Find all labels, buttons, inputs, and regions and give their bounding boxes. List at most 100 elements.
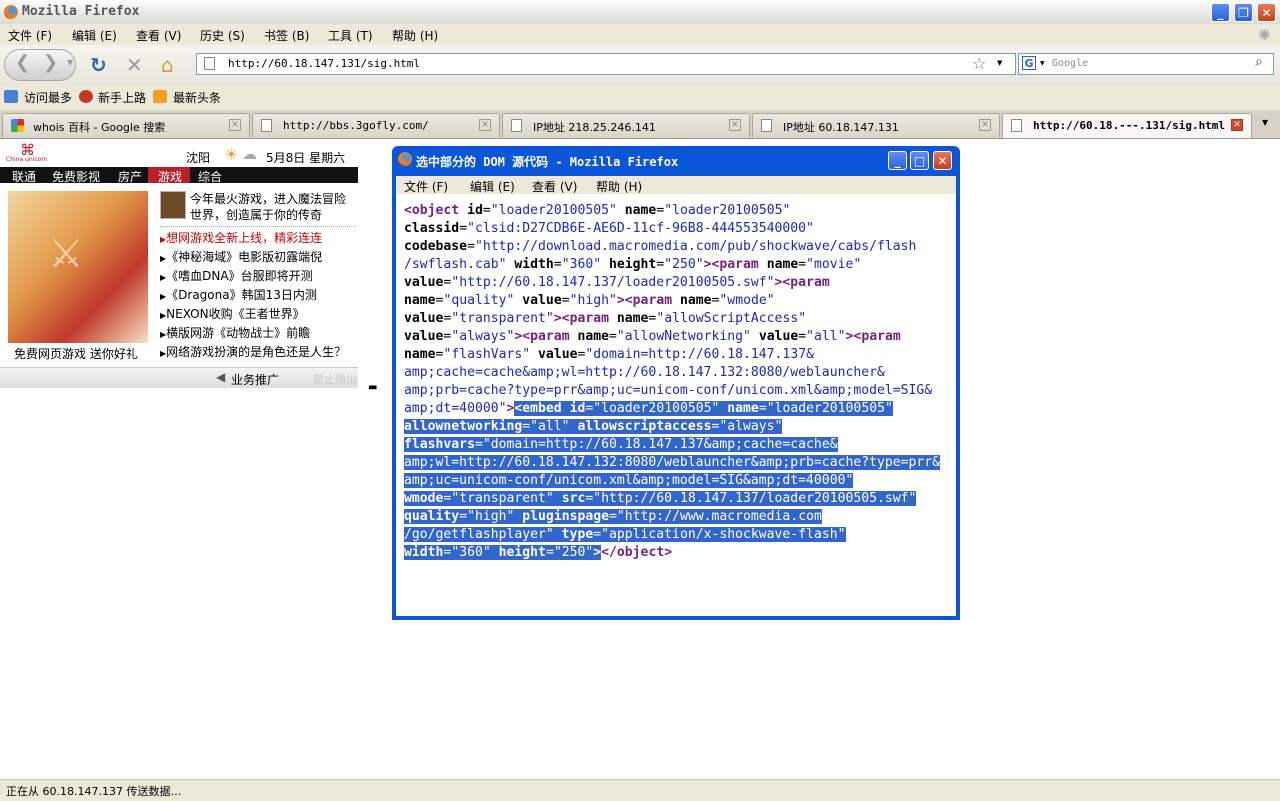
rss-feed-icon <box>153 90 167 103</box>
tab-ip-60[interactable]: IP地址 60.18.147.131 ✕ <box>752 113 1000 137</box>
tab-list-dropdown-icon[interactable]: ▼ <box>1262 118 1268 127</box>
history-dropdown-icon[interactable]: ▼ <box>67 58 73 67</box>
tab-label: IP地址 60.18.147.131 <box>783 121 899 134</box>
popup-menu-help[interactable]: 帮助 (H) <box>596 178 642 195</box>
source-code[interactable]: <object id="loader20100505" name="loader… <box>404 202 952 562</box>
popup-menu-file[interactable]: 文件 (F) <box>404 178 448 195</box>
date-label: 5月8日 星期六 <box>266 151 346 165</box>
throbber-icon: ✺ <box>1258 26 1271 44</box>
city-label: 沈阳 <box>186 151 211 165</box>
tab-close-icon[interactable]: ✕ <box>1231 119 1243 131</box>
bookmark-star-icon[interactable]: ☆ <box>972 54 986 73</box>
home-icon[interactable]: ⌂ <box>161 53 174 77</box>
tab-close-icon[interactable]: ✕ <box>229 119 241 131</box>
maximize-button[interactable]: ❐ <box>1234 3 1253 22</box>
bookmark-most-visited[interactable]: 访问最多 <box>24 89 72 106</box>
search-bar[interactable]: G ▼ Google ⌕ <box>1018 53 1274 75</box>
status-bar: 正在从 60.18.147.137 传送数据… <box>0 779 1280 801</box>
bookmark-latest-headlines[interactable]: 最新头条 <box>173 89 221 106</box>
game-thumb-icon <box>160 191 186 219</box>
url-dropdown-icon[interactable]: ▼ <box>997 59 1002 67</box>
google-favicon <box>11 119 24 132</box>
news-item[interactable]: ▶横版网游《动物战士》前瞻 <box>160 324 310 341</box>
news-item[interactable]: ▶《Dragona》韩国13日内测 <box>160 286 317 303</box>
reload-icon[interactable]: ↻ <box>90 53 107 77</box>
url-text: http://60.18.147.131/sig.html <box>228 57 421 70</box>
search-placeholder: Google <box>1052 58 1089 69</box>
page-icon <box>511 119 522 132</box>
cat-free-video[interactable]: 免费影视 <box>52 168 100 185</box>
menu-help[interactable]: 帮助 (H) <box>392 27 438 44</box>
page-icon <box>261 119 272 132</box>
menu-tools[interactable]: 工具 (T) <box>328 27 373 44</box>
firefox-icon <box>398 152 412 166</box>
menu-bar: 文件 (F) 编辑 (E) 查看 (V) 历史 (S) 书签 (B) 工具 (T… <box>0 24 1280 45</box>
tab-label: IP地址 218.25.246.141 <box>533 121 656 134</box>
tab-whois[interactable]: whois 百科 - Google 搜索 ✕ <box>2 113 250 137</box>
tab-label: http://bbs.3gofly.com/ <box>283 119 429 132</box>
tab-close-icon[interactable]: ✕ <box>729 119 741 131</box>
tab-strip: whois 百科 - Google 搜索 ✕ http://bbs.3gofly… <box>0 110 1280 139</box>
tab-label: http://60.18.---.131/sig.html <box>1033 119 1226 132</box>
footer-promo-link[interactable]: 业务推广 <box>231 371 279 388</box>
category-nav: 联通 免费影视 房产 游戏 综合 <box>0 167 358 185</box>
forward-button-icon[interactable]: ❯ <box>43 52 58 73</box>
cat-games[interactable]: 游戏 <box>158 168 182 185</box>
game-promo-image[interactable]: ⚔ <box>8 191 148 343</box>
china-unicom-logo: ⌘ China unicom <box>6 141 48 163</box>
news-item[interactable]: ▶《神秘海域》电影版初露端倪 <box>160 248 322 265</box>
getting-started-icon <box>79 90 93 103</box>
tab-ip-218[interactable]: IP地址 218.25.246.141 ✕ <box>502 113 750 137</box>
cat-real-estate[interactable]: 房产 <box>118 168 142 185</box>
popup-menu-view[interactable]: 查看 (V) <box>532 178 577 195</box>
promo-caption[interactable]: 免费网页游戏 送你好礼 <box>14 345 138 362</box>
news-item[interactable]: ▶《嗜血DNA》台服即将开测 <box>160 267 313 284</box>
tab-close-icon[interactable]: ✕ <box>979 119 991 131</box>
google-engine-icon[interactable]: G <box>1022 56 1036 70</box>
bookmark-getting-started[interactable]: 新手上路 <box>98 89 146 106</box>
most-visited-icon <box>4 90 18 103</box>
news-item[interactable]: ▶网络游戏扮演的是角色还是人生？ <box>160 343 346 360</box>
firefox-icon <box>4 5 18 19</box>
menu-file[interactable]: 文件 (F) <box>8 27 52 44</box>
status-text: 正在从 60.18.147.137 传送数据… <box>6 785 182 798</box>
stop-icon[interactable]: ✕ <box>126 53 143 77</box>
window-title-bar: Mozilla Firefox _ ❐ ✕ <box>0 0 1280 25</box>
popup-menu-edit[interactable]: 编辑 (E) <box>470 178 515 195</box>
page-footer-bar: ◀ 业务推广 禁止播出 <box>0 367 358 388</box>
headline-line-1[interactable]: 今年最火游戏，进入魔法冒险 <box>190 190 346 207</box>
menu-edit[interactable]: 编辑 (E) <box>72 27 117 44</box>
speaker-icon: ◀ <box>216 370 226 384</box>
news-item[interactable]: ▶想网游戏全新上线，精彩连连 <box>160 229 322 246</box>
minimize-button[interactable]: _ <box>1211 3 1230 22</box>
page-icon <box>1011 119 1022 132</box>
close-button[interactable]: ✕ <box>1257 3 1276 22</box>
back-button-icon[interactable]: ❮ <box>15 52 30 73</box>
engine-dropdown-icon[interactable]: ▼ <box>1040 60 1045 67</box>
page-content: ⌘ China unicom 沈阳 ☀ ☁ 5月8日 星期六 联通 免费影视 房… <box>0 139 390 399</box>
cloud-icon: ☁ <box>242 145 257 163</box>
cat-general[interactable]: 综合 <box>198 168 222 185</box>
menu-view[interactable]: 查看 (V) <box>136 27 181 44</box>
tab-bbs[interactable]: http://bbs.3gofly.com/ ✕ <box>252 113 500 137</box>
bookmarks-toolbar: 访问最多 新手上路 最新头条 <box>0 85 1280 111</box>
search-magnifier-icon[interactable]: ⌕ <box>1255 54 1263 70</box>
navigation-toolbar: ❮ ❯ ▼ ↻ ✕ ⌂ http://60.18.147.131/sig.htm… <box>0 45 1280 85</box>
sun-icon: ☀ <box>224 145 239 164</box>
window-title: Mozilla Firefox <box>22 4 140 19</box>
tab-close-icon[interactable]: ✕ <box>479 119 491 131</box>
popup-maximize-button[interactable]: □ <box>910 151 929 170</box>
menu-history[interactable]: 历史 (S) <box>200 27 245 44</box>
dom-source-window: 选中部分的 DOM 源代码 - Mozilla Firefox _ □ ✕ 文件… <box>392 146 960 620</box>
popup-minimize-button[interactable]: _ <box>888 151 907 170</box>
headline-line-2[interactable]: 世界，创造属于你的传奇 <box>190 206 322 223</box>
popup-title: 选中部分的 DOM 源代码 - Mozilla Firefox <box>416 155 679 169</box>
page-icon <box>761 119 772 132</box>
url-bar[interactable]: http://60.18.147.131/sig.html ☆ ▼ <box>196 53 1016 75</box>
popup-close-button[interactable]: ✕ <box>933 151 952 170</box>
tab-sig-active[interactable]: http://60.18.---.131/sig.html ✕ <box>1002 113 1252 138</box>
cat-unicom[interactable]: 联通 <box>12 168 36 185</box>
news-item[interactable]: ▶NEXON收购《王者世界》 <box>160 305 305 322</box>
menu-bookmarks[interactable]: 书签 (B) <box>264 27 309 44</box>
source-view[interactable]: <object id="loader20100505" name="loader… <box>396 194 956 616</box>
